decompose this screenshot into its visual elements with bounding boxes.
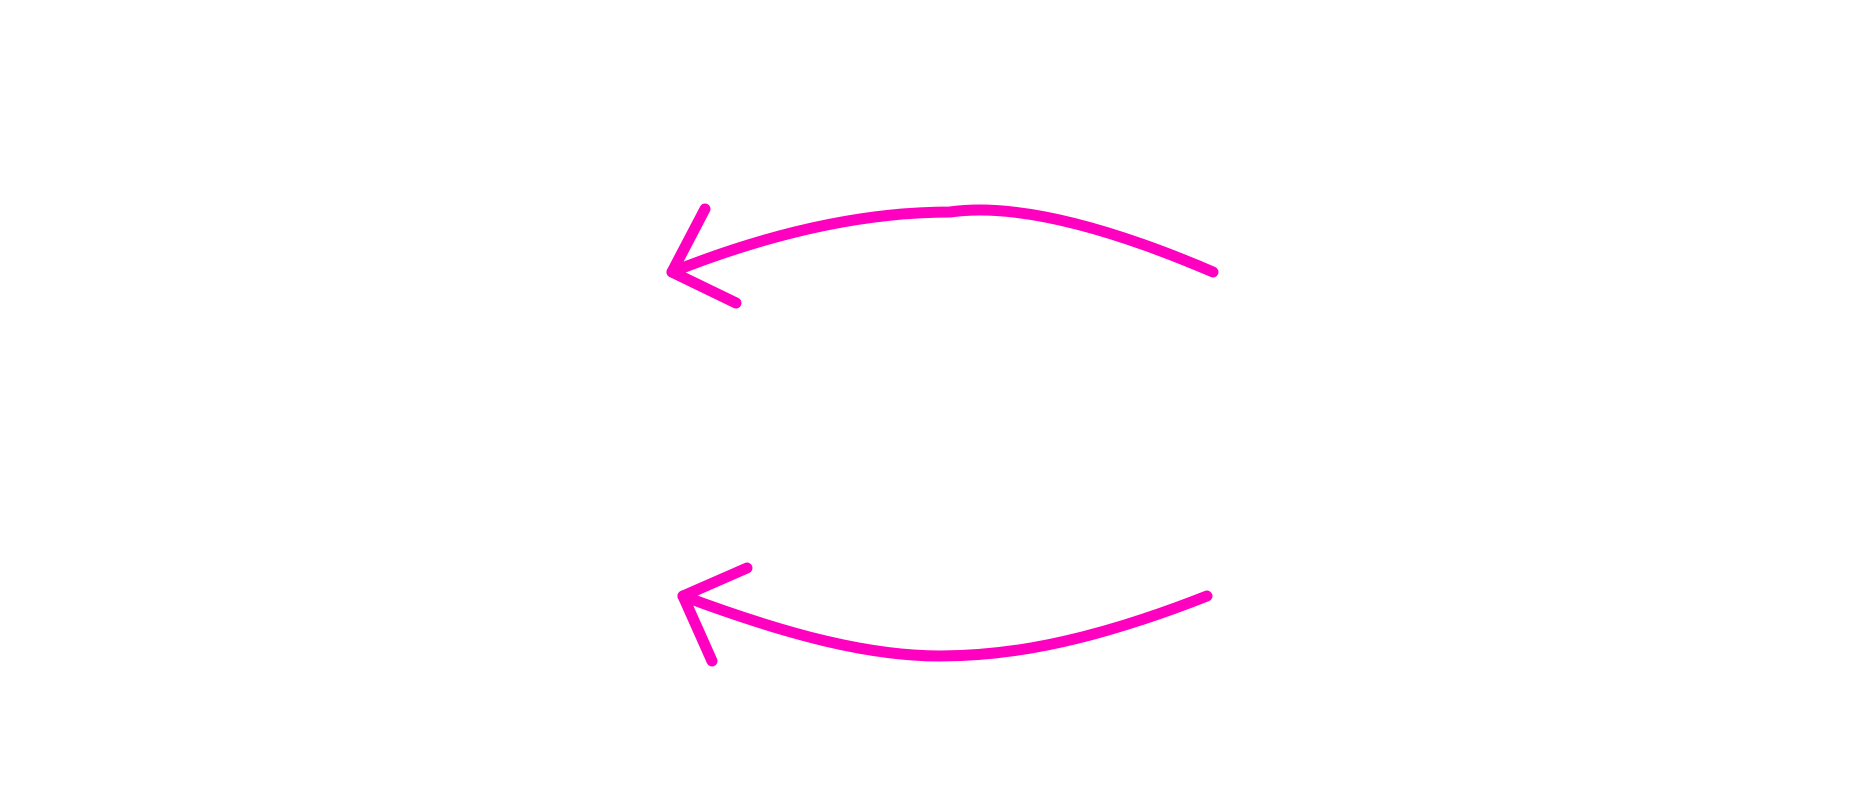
arrows-svg	[666, 203, 1219, 667]
top-arrowhead-lower	[666, 266, 742, 309]
top-arrow-shaft	[666, 204, 1219, 278]
bottom-arrowhead-upper	[677, 562, 753, 602]
bottom-curved-arrow-icon	[677, 562, 1213, 667]
diagram-canvas	[0, 0, 1872, 792]
top-curved-arrow-icon	[666, 203, 1219, 309]
bottom-arrow-shaft	[677, 590, 1213, 662]
